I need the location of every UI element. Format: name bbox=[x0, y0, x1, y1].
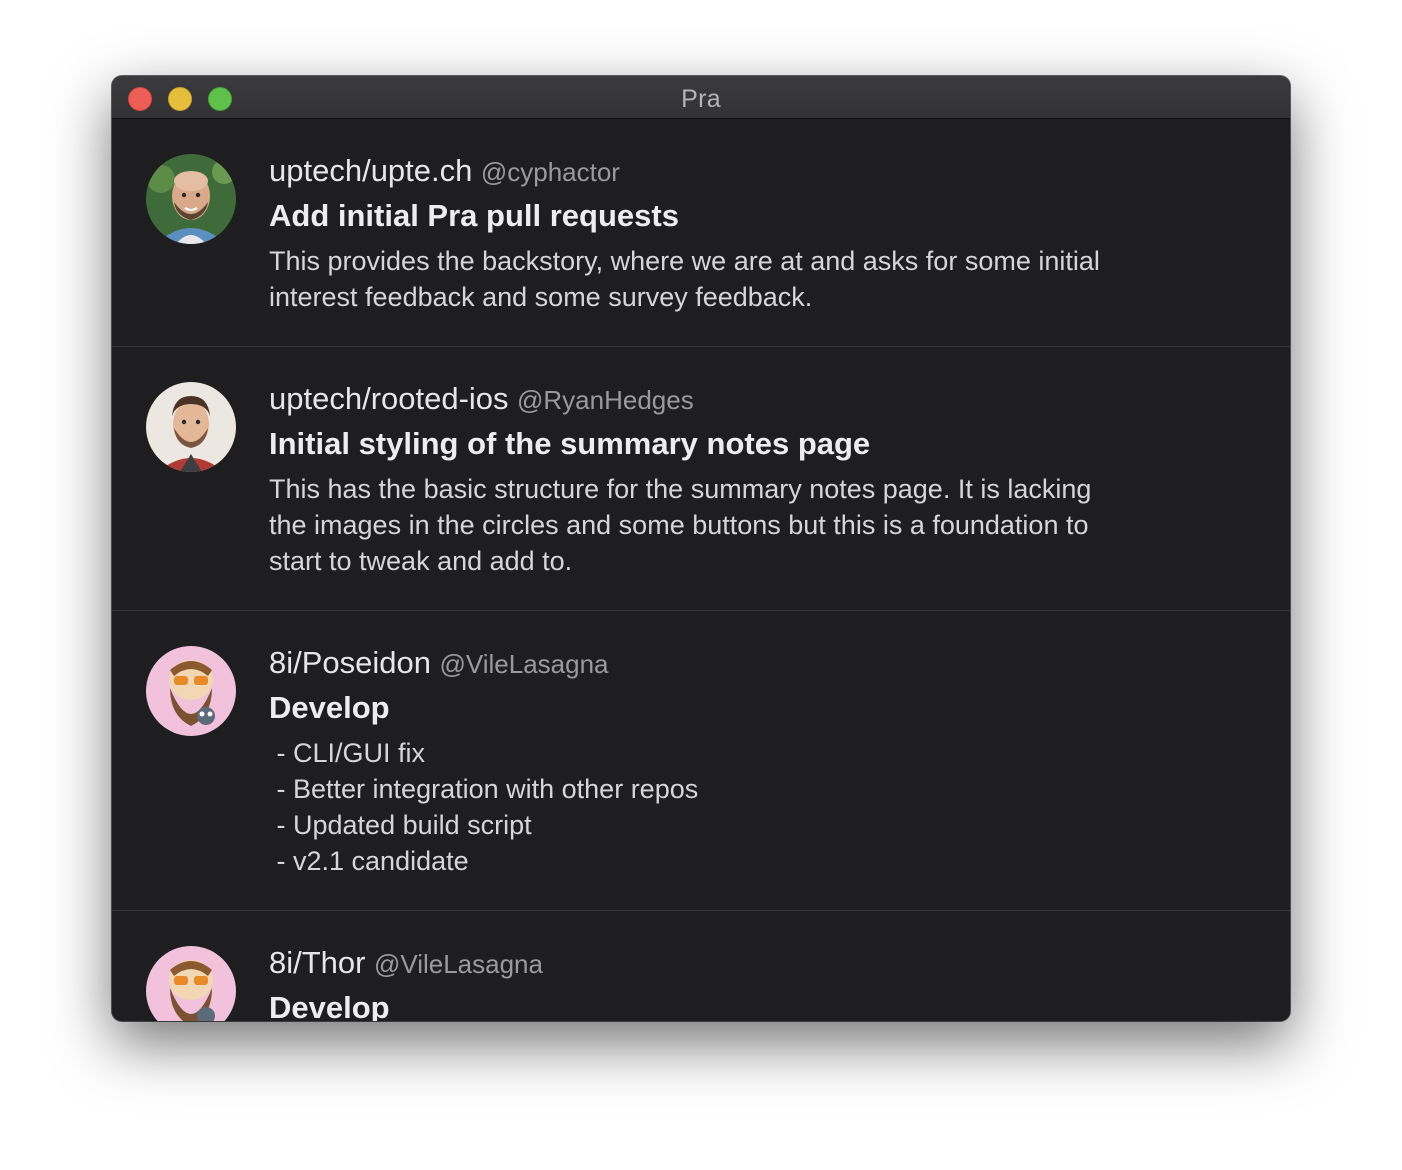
pull-request-title: Initial styling of the summary notes pag… bbox=[269, 426, 871, 461]
pull-request-item[interactable]: uptech/upte.ch @cyphactor Add initial Pr… bbox=[112, 119, 1290, 347]
window-title: Pra bbox=[681, 85, 721, 113]
repo-name: uptech/rooted-ios bbox=[269, 381, 509, 416]
pull-request-title: Develop bbox=[269, 690, 390, 725]
avatar-photo-icon bbox=[146, 382, 236, 472]
pull-request-item[interactable]: 8i/Thor @VileLasagna Develop bbox=[112, 911, 1290, 1021]
avatar bbox=[146, 154, 236, 244]
pull-request-description: - CLI/GUI fix - Better integration with … bbox=[276, 738, 699, 876]
author-handle: @cyphactor bbox=[480, 157, 620, 187]
cartoon-avatar-icon bbox=[146, 646, 236, 736]
app-window: Pra uptech/upte.ch @cyphactor Add initia… bbox=[112, 76, 1290, 1021]
avatar bbox=[146, 646, 236, 736]
repo-name: 8i/Poseidon bbox=[269, 645, 432, 680]
avatar bbox=[146, 382, 236, 472]
avatar-photo-icon bbox=[146, 154, 236, 244]
author-handle: @RyanHedges bbox=[517, 385, 694, 415]
pull-request-item[interactable]: uptech/rooted-ios @RyanHedges Initial st… bbox=[112, 347, 1290, 611]
author-handle: @VileLasagna bbox=[373, 949, 543, 979]
repo-name: uptech/upte.ch bbox=[269, 153, 473, 188]
pull-request-item[interactable]: 8i/Poseidon @VileLasagna Develop - CLI/G… bbox=[112, 611, 1290, 911]
author-handle: @VileLasagna bbox=[439, 649, 609, 679]
avatar bbox=[146, 946, 236, 1021]
pull-request-description: This has the basic structure for the sum… bbox=[269, 474, 1092, 576]
cartoon-avatar-icon bbox=[146, 946, 236, 1021]
repo-name: 8i/Thor bbox=[269, 945, 366, 980]
pull-request-title: Add initial Pra pull requests bbox=[269, 198, 679, 233]
pull-request-description: This provides the backstory, where we ar… bbox=[269, 246, 1100, 312]
pull-request-title: Develop bbox=[269, 990, 390, 1021]
title-bar[interactable]: Pra bbox=[112, 76, 1290, 119]
pull-request-list[interactable]: uptech/upte.ch @cyphactor Add initial Pr… bbox=[112, 119, 1290, 1021]
